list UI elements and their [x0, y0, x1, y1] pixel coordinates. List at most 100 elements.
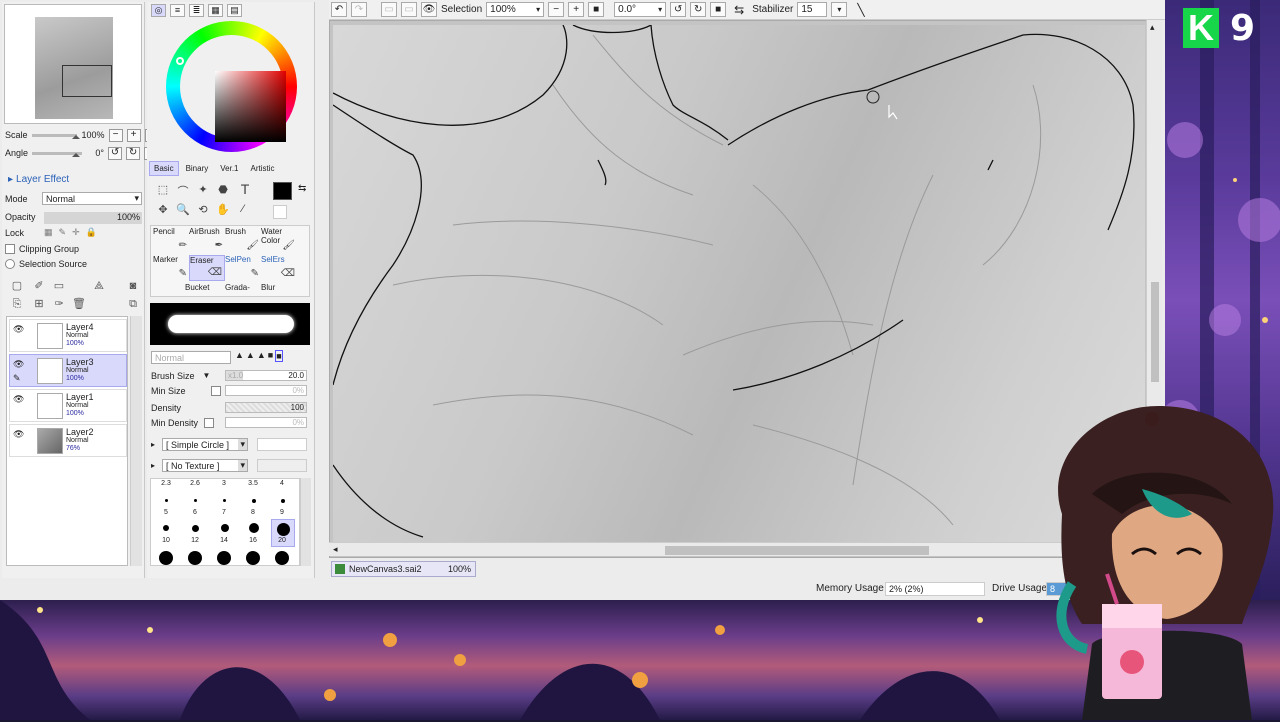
document-tab[interactable]: NewCanvas3.sai2 100% — [331, 561, 476, 577]
sketch-photo-layer[interactable] — [332, 24, 1145, 543]
size-preset-dot[interactable] — [165, 499, 168, 502]
visibility-eye-icon[interactable]: 👁 — [13, 359, 24, 370]
rotate-reset-icon[interactable]: ■ — [710, 2, 727, 17]
size-preset-dot[interactable] — [246, 551, 260, 565]
color-wheel[interactable] — [166, 21, 297, 152]
scroll-left-icon[interactable]: ◂ — [333, 544, 338, 555]
navigator-view-rect[interactable] — [62, 65, 112, 97]
layer-effect-header[interactable]: ▸ Layer Effect — [4, 172, 144, 186]
tab-basic[interactable]: Basic — [149, 161, 179, 176]
rotate-right-button[interactable]: ↻ — [126, 146, 141, 160]
shape-blunt-icon[interactable]: ▲ — [257, 350, 266, 362]
saturation-value-box[interactable] — [215, 71, 286, 142]
brush-brush[interactable]: Brush 🖌 — [225, 227, 261, 253]
brush-selers[interactable]: SelErs ⌫ — [261, 255, 297, 281]
size-preset-dot[interactable] — [194, 499, 197, 502]
rotation-select[interactable]: 0.0° ▾ — [614, 2, 667, 17]
copy-layer-icon[interactable]: ⎘ — [10, 297, 24, 311]
selection-source-radio[interactable] — [5, 259, 15, 269]
effect-icon[interactable]: ⟁ — [92, 279, 106, 293]
rgb-slider-tab-icon[interactable]: ≡ — [170, 4, 185, 17]
rotate-cw-icon[interactable]: ↻ — [690, 2, 707, 17]
clear-layer-icon[interactable]: ✑ — [52, 297, 66, 311]
visibility-eye-icon[interactable]: 👁 — [13, 394, 24, 405]
visibility-eye-icon[interactable]: 👁 — [13, 429, 24, 440]
layer-row[interactable]: 👁 Layer1 Normal 100% — [9, 389, 127, 422]
hsv-slider-tab-icon[interactable]: ≣ — [189, 4, 204, 17]
eyedropper-icon[interactable]: ⁄ — [235, 203, 251, 215]
brush-size-multiplier[interactable]: x1.0 — [226, 371, 244, 380]
hand-icon[interactable]: ✋ — [215, 203, 231, 216]
zoom-in-icon[interactable]: + — [568, 2, 585, 17]
tab-binary[interactable]: Binary — [181, 161, 214, 176]
rotate-icon[interactable]: ⟲ — [195, 203, 211, 216]
color-wheel-tab-icon[interactable]: ◎ — [151, 4, 166, 17]
visibility-eye-icon[interactable]: 👁 — [13, 324, 24, 335]
shape-flat-icon[interactable]: ■ — [275, 350, 283, 362]
tab-ver1[interactable]: Ver.1 — [215, 161, 243, 176]
brush-watercolor[interactable]: Water Color 🖌 — [261, 227, 297, 253]
layer-options-icon[interactable]: ⧉ — [126, 297, 140, 311]
blend-mode-select[interactable]: Normal ▾ — [42, 192, 142, 205]
caret-down-icon[interactable]: ▼ — [203, 371, 211, 380]
fill-icon[interactable]: ⬣ — [215, 183, 231, 196]
size-preset-dot[interactable] — [281, 499, 285, 503]
size-preset-dot[interactable] — [217, 551, 231, 565]
presets-scrollbar[interactable] — [300, 478, 311, 566]
brush-gradation[interactable]: Grada- — [225, 283, 261, 297]
layer-scrollbar[interactable] — [130, 316, 142, 566]
brush-bucket[interactable]: Bucket — [153, 283, 209, 297]
brush-shape-select[interactable]: [ Simple Circle ] ▾ — [162, 438, 248, 451]
stabilizer-select[interactable]: 15 — [797, 2, 828, 17]
layer-row[interactable]: 👁 ✎ Layer3 Normal 100% — [9, 354, 127, 387]
lasso-icon[interactable]: ⌒ — [175, 183, 191, 199]
rotate-ccw-icon[interactable]: ↺ — [670, 2, 687, 17]
swatches-tab-icon[interactable]: ▦ — [208, 4, 223, 17]
tab-artistic[interactable]: Artistic — [246, 161, 280, 176]
zoom-out-icon[interactable]: − — [548, 2, 565, 17]
delete-layer-icon[interactable]: 🗑 — [72, 297, 86, 311]
shape-strength-field[interactable] — [257, 438, 307, 451]
transparent-color-swatch[interactable] — [273, 205, 287, 219]
navigator-preview[interactable] — [4, 4, 142, 124]
shape-mid-icon[interactable]: ▲ — [246, 350, 255, 362]
brush-pencil[interactable]: Pencil ✏ — [153, 227, 189, 253]
scale-slider[interactable] — [31, 133, 80, 139]
zoom-in-button[interactable]: + — [126, 128, 141, 142]
stabilizer-dropdown-icon[interactable]: ▾ — [831, 2, 848, 17]
new-folder-icon[interactable]: ▭ — [52, 279, 66, 293]
zoom-icon[interactable]: 🔍 — [175, 203, 191, 216]
invert-selection-icon[interactable]: ▭ — [401, 2, 417, 17]
size-preset-dot[interactable] — [249, 523, 259, 533]
mask-icon[interactable]: ◙ — [126, 279, 140, 293]
size-preset-dot[interactable] — [192, 525, 199, 532]
move-icon[interactable]: ✥ — [155, 203, 171, 216]
brush-selpen[interactable]: SelPen ✎ — [225, 255, 261, 281]
min-density-checkbox[interactable] — [204, 417, 215, 428]
selection-source-row[interactable]: Selection Source — [5, 257, 87, 271]
line-tool-icon[interactable]: ╲ — [857, 3, 864, 17]
selection-visibility-icon[interactable]: 👁 — [421, 2, 437, 17]
size-preset-dot[interactable] — [252, 499, 256, 503]
brush-eraser[interactable]: Eraser ⌫ — [189, 255, 225, 281]
density-slider[interactable]: 100 — [225, 402, 307, 413]
lock-paint-icon[interactable]: ✎ — [59, 227, 67, 238]
min-size-slider[interactable]: 0% — [225, 385, 307, 396]
brush-texture-select[interactable]: [ No Texture ] ▾ — [162, 459, 248, 472]
shape-expand-icon[interactable]: ▸ — [151, 440, 155, 449]
lock-transparency-icon[interactable]: ▦ — [44, 227, 53, 238]
angle-slider[interactable] — [32, 151, 83, 157]
redo-icon[interactable]: ↷ — [351, 2, 367, 17]
brush-marker[interactable]: Marker ✎ — [153, 255, 189, 281]
size-preset-dot[interactable] — [223, 499, 226, 502]
zoom-out-button[interactable]: − — [108, 128, 123, 142]
size-preset-dot[interactable] — [188, 551, 202, 565]
size-preset-dot[interactable] — [163, 525, 169, 531]
brush-size-slider[interactable]: x1.0 20.0 — [225, 370, 307, 381]
shape-square-icon[interactable]: ■ — [268, 350, 273, 362]
flip-horizontal-icon[interactable]: ⇆ — [734, 3, 744, 17]
deselect-icon[interactable]: ▭ — [381, 2, 397, 17]
horizontal-scroll-thumb[interactable] — [665, 546, 929, 555]
min-density-slider[interactable]: 0% — [225, 417, 307, 428]
lock-all-icon[interactable]: 🔒 — [86, 227, 97, 238]
